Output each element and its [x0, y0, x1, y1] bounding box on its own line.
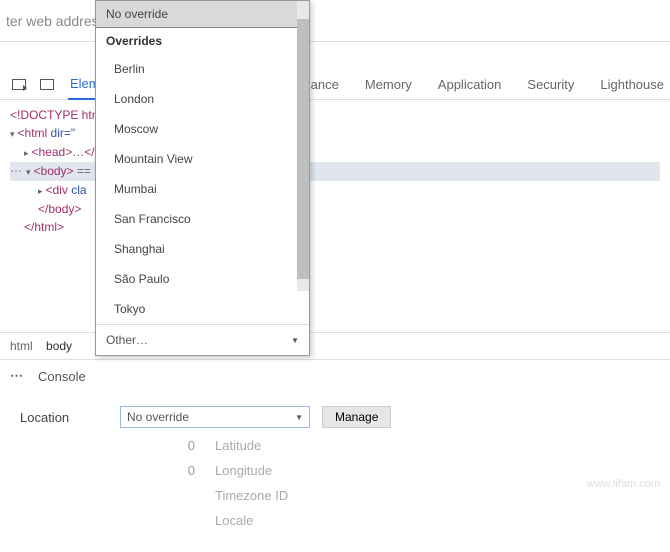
dropdown-header[interactable]: No override: [96, 1, 309, 28]
sensors-panel: Location No override ▼ Manage 0 Latitude…: [0, 392, 670, 552]
device-toggle-icon[interactable]: [40, 79, 54, 90]
timezone-row: Timezone ID: [20, 488, 650, 503]
crumb-html[interactable]: html: [10, 339, 33, 353]
crumb-body[interactable]: body: [46, 339, 72, 353]
location-select-value: No override: [127, 410, 189, 424]
dropdown-option[interactable]: São Paulo: [96, 264, 309, 294]
longitude-label: Longitude: [215, 463, 272, 478]
location-dropdown: No override Overrides Berlin London Mosc…: [95, 0, 310, 356]
address-placeholder: ter web address: [6, 13, 106, 29]
dropdown-other[interactable]: Other… ▼: [96, 324, 309, 355]
longitude-row: 0 Longitude: [20, 463, 650, 478]
dropdown-option[interactable]: Moscow: [96, 114, 309, 144]
dropdown-subheader: Overrides: [96, 28, 309, 54]
dropdown-option[interactable]: Berlin: [96, 54, 309, 84]
dropdown-option[interactable]: Mumbai: [96, 174, 309, 204]
scrollbar-thumb[interactable]: [297, 19, 309, 279]
dropdown-option[interactable]: Mountain View: [96, 144, 309, 174]
latitude-label: Latitude: [215, 438, 261, 453]
kebab-icon[interactable]: ⋯: [10, 368, 24, 384]
locale-row: Locale: [20, 513, 650, 528]
tab-security[interactable]: Security: [525, 70, 576, 99]
inspect-icon[interactable]: [12, 79, 26, 90]
locale-label: Locale: [215, 513, 253, 528]
dropdown-other-label: Other…: [106, 333, 148, 347]
timezone-label: Timezone ID: [215, 488, 288, 503]
manage-button[interactable]: Manage: [322, 406, 391, 428]
longitude-value[interactable]: 0: [120, 463, 215, 478]
location-row: Location No override ▼ Manage: [20, 406, 650, 428]
tab-lighthouse[interactable]: Lighthouse: [598, 70, 666, 99]
chevron-down-icon: ▼: [291, 336, 299, 345]
dropdown-option[interactable]: Shanghai: [96, 234, 309, 264]
drawer-tab-console[interactable]: Console: [38, 369, 86, 384]
chevron-down-icon: ▼: [295, 413, 303, 422]
drawer-tabs: ⋯ Console: [0, 359, 670, 392]
dropdown-option[interactable]: Tokyo: [96, 294, 309, 324]
latitude-row: 0 Latitude: [20, 438, 650, 453]
location-select[interactable]: No override ▼: [120, 406, 310, 428]
tabs-right-group: Performance Memory Application Security …: [262, 70, 670, 99]
dropdown-option[interactable]: London: [96, 84, 309, 114]
dropdown-option[interactable]: San Francisco: [96, 204, 309, 234]
tab-application[interactable]: Application: [436, 70, 504, 99]
location-label: Location: [20, 410, 120, 425]
watermark: www.lifam.com: [587, 478, 660, 490]
latitude-value[interactable]: 0: [120, 438, 215, 453]
tab-memory[interactable]: Memory: [363, 70, 414, 99]
